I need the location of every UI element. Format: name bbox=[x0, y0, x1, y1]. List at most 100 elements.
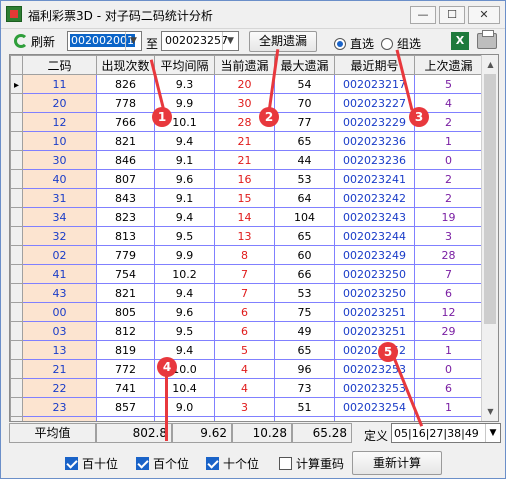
minimize-button[interactable]: — bbox=[410, 6, 436, 24]
row-selector[interactable] bbox=[10, 283, 23, 303]
checkbox-hundreds-tens[interactable]: 百十位 bbox=[65, 455, 118, 472]
table-cell[interactable]: 51 bbox=[274, 397, 335, 417]
table-cell[interactable]: 40 bbox=[22, 169, 97, 189]
close-button[interactable]: ✕ bbox=[468, 6, 500, 24]
table-cell[interactable]: 28 bbox=[414, 245, 483, 265]
column-header[interactable]: 当前遗漏 bbox=[214, 55, 275, 75]
table-cell[interactable]: 104 bbox=[274, 207, 335, 227]
table-cell[interactable]: 96 bbox=[274, 359, 335, 379]
maximize-button[interactable]: ☐ bbox=[439, 6, 465, 24]
table-cell[interactable]: 9.1 bbox=[154, 150, 215, 170]
table-cell[interactable]: 9.0 bbox=[154, 397, 215, 417]
table-cell[interactable]: 19 bbox=[414, 207, 483, 227]
table-row[interactable]: 22 741 10.4 4 73 002023253 6 bbox=[10, 378, 483, 398]
table-row[interactable]: 03 812 9.5 6 49 002023251 29 bbox=[10, 321, 483, 341]
chevron-down-icon[interactable]: ▼ bbox=[125, 32, 141, 50]
table-cell[interactable]: 9.5 bbox=[154, 226, 215, 246]
table-cell[interactable]: 821 bbox=[96, 416, 155, 421]
table-cell[interactable]: 1 bbox=[414, 397, 483, 417]
table-cell[interactable]: 33 bbox=[22, 416, 97, 421]
table-cell[interactable]: 002023236 bbox=[334, 150, 415, 170]
all-missing-button[interactable]: 全期遗漏 bbox=[249, 31, 317, 52]
table-cell[interactable]: 812 bbox=[96, 321, 155, 341]
table-cell[interactable]: 65 bbox=[274, 226, 335, 246]
checkbox-hundreds-ones[interactable]: 百个位 bbox=[136, 455, 189, 472]
table-cell[interactable]: 31 bbox=[22, 188, 97, 208]
table-cell[interactable]: 813 bbox=[96, 226, 155, 246]
table-row[interactable]: 13 819 9.4 5 65 002023252 1 bbox=[10, 340, 483, 360]
checkbox-hundreds-ones-box[interactable] bbox=[136, 457, 149, 470]
table-cell[interactable]: 002023251 bbox=[334, 321, 415, 341]
table-cell[interactable]: 13 bbox=[22, 340, 97, 360]
table-cell[interactable]: 10.2 bbox=[154, 264, 215, 284]
table-cell[interactable]: 14 bbox=[214, 207, 275, 227]
table-row[interactable]: 30 846 9.1 21 44 002023236 0 bbox=[10, 150, 483, 170]
table-cell[interactable]: 9.4 bbox=[154, 416, 215, 421]
table-cell[interactable]: 13 bbox=[214, 226, 275, 246]
radio-group[interactable]: 组选 bbox=[381, 35, 421, 52]
table-cell[interactable]: 70 bbox=[274, 93, 335, 113]
row-selector[interactable] bbox=[10, 321, 23, 341]
radio-group-dot[interactable] bbox=[381, 37, 393, 50]
table-cell[interactable]: 002023227 bbox=[334, 93, 415, 113]
table-cell[interactable]: 23 bbox=[22, 397, 97, 417]
table-cell[interactable]: 772 bbox=[96, 359, 155, 379]
table-row[interactable]: 43 821 9.4 7 53 002023250 6 bbox=[10, 283, 483, 303]
table-row[interactable]: 31 843 9.1 15 64 002023242 2 bbox=[10, 188, 483, 208]
table-cell[interactable]: 002023254 bbox=[334, 397, 415, 417]
checkbox-repeat-box[interactable] bbox=[279, 457, 292, 470]
table-cell[interactable]: 12 bbox=[414, 302, 483, 322]
table-cell[interactable]: 77 bbox=[274, 112, 335, 132]
column-header[interactable]: 出现次数 bbox=[96, 55, 155, 75]
row-selector[interactable] bbox=[10, 302, 23, 322]
table-row[interactable]: 41 754 10.2 7 66 002023250 7 bbox=[10, 264, 483, 284]
row-selector[interactable] bbox=[10, 93, 23, 113]
table-cell[interactable]: 9.3 bbox=[154, 74, 215, 94]
row-selector[interactable] bbox=[10, 397, 23, 417]
table-cell[interactable]: 9.4 bbox=[154, 207, 215, 227]
table-cell[interactable]: 7 bbox=[214, 264, 275, 284]
column-header[interactable]: 上次遗漏 bbox=[414, 55, 483, 75]
to-period-select[interactable]: 002023257 ▼ bbox=[161, 31, 239, 51]
table-cell[interactable]: 7 bbox=[414, 264, 483, 284]
table-row[interactable]: 00 805 9.6 6 75 002023251 12 bbox=[10, 302, 483, 322]
table-cell[interactable]: 60 bbox=[274, 245, 335, 265]
excel-export-icon[interactable]: X bbox=[451, 32, 469, 50]
table-cell[interactable]: 1 bbox=[414, 340, 483, 360]
table-cell[interactable]: 15 bbox=[214, 188, 275, 208]
table-row[interactable]: 40 807 9.6 16 53 002023241 2 bbox=[10, 169, 483, 189]
row-selector[interactable] bbox=[10, 74, 23, 94]
table-cell[interactable]: 823 bbox=[96, 207, 155, 227]
table-cell[interactable]: 3 bbox=[214, 397, 275, 417]
table-cell[interactable]: 54 bbox=[274, 74, 335, 94]
table-row[interactable]: 34 823 9.4 14 104 002023243 19 bbox=[10, 207, 483, 227]
table-cell[interactable]: 2 bbox=[414, 169, 483, 189]
table-row[interactable]: 118269.320540020232175 bbox=[10, 74, 483, 94]
table-cell[interactable]: 4 bbox=[214, 359, 275, 379]
row-selector[interactable] bbox=[10, 112, 23, 132]
chevron-down-icon[interactable]: ▼ bbox=[485, 424, 500, 442]
table-cell[interactable]: 826 bbox=[96, 74, 155, 94]
radio-direct[interactable]: 直选 bbox=[334, 35, 374, 52]
printer-icon[interactable] bbox=[477, 30, 497, 49]
table-cell[interactable]: 002023243 bbox=[334, 207, 415, 227]
table-cell[interactable]: 002023244 bbox=[334, 226, 415, 246]
table-cell[interactable]: 0 bbox=[414, 359, 483, 379]
table-cell[interactable]: 66 bbox=[274, 264, 335, 284]
table-cell[interactable]: 30 bbox=[22, 150, 97, 170]
table-cell[interactable]: 29 bbox=[414, 321, 483, 341]
table-cell[interactable]: 9.1 bbox=[154, 188, 215, 208]
table-cell[interactable]: 7 bbox=[214, 283, 275, 303]
row-selector[interactable] bbox=[10, 264, 23, 284]
table-cell[interactable]: 10 bbox=[414, 416, 483, 421]
table-cell[interactable]: 41 bbox=[22, 264, 97, 284]
table-cell[interactable]: 821 bbox=[96, 131, 155, 151]
table-cell[interactable]: 10.4 bbox=[154, 378, 215, 398]
table-cell[interactable]: 002023241 bbox=[334, 169, 415, 189]
row-selector[interactable] bbox=[10, 207, 23, 227]
table-cell[interactable]: 6 bbox=[414, 283, 483, 303]
table-cell[interactable]: 3 bbox=[414, 226, 483, 246]
table-cell[interactable]: 9.4 bbox=[154, 131, 215, 151]
table-cell[interactable]: 9.6 bbox=[154, 169, 215, 189]
table-row[interactable]: 21 772 10.0 4 96 002023253 0 bbox=[10, 359, 483, 379]
